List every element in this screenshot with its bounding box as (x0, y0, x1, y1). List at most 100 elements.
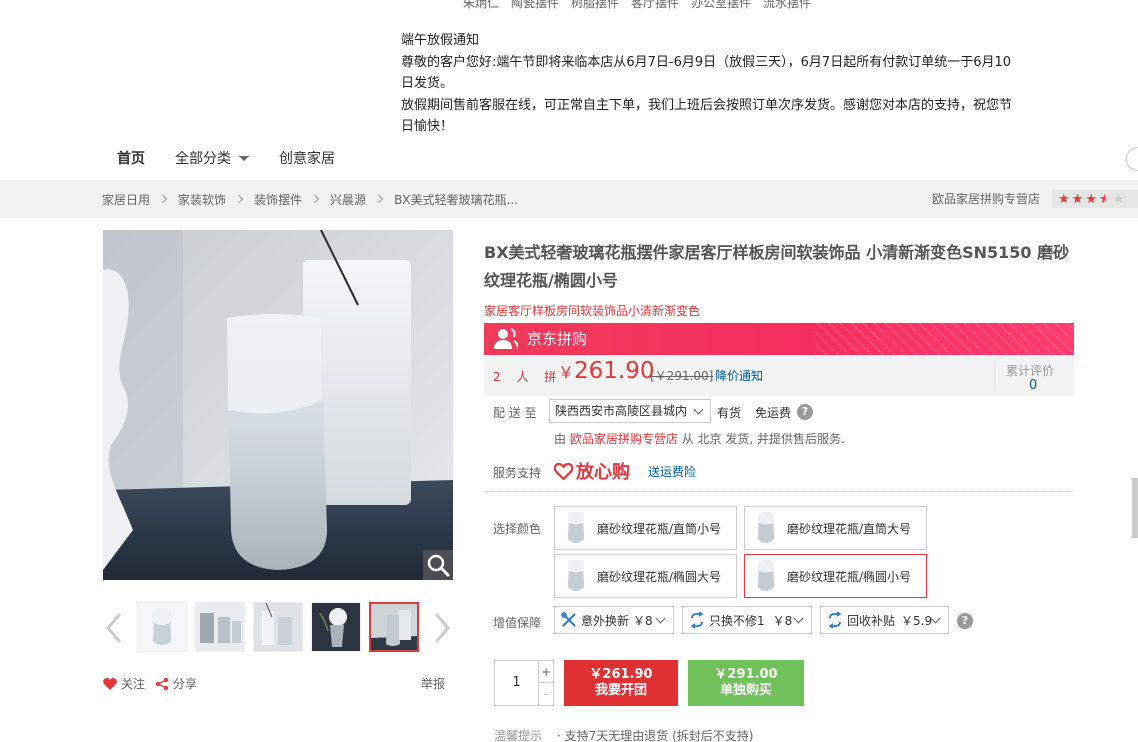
keyword-link[interactable]: 客厅摆件 (631, 0, 679, 11)
price-value: 261.90 (574, 358, 655, 384)
main-product-image[interactable] (103, 230, 453, 580)
keyword-link[interactable]: 树脂摆件 (571, 0, 619, 11)
guarantee-name: 回收补贴 (847, 613, 896, 628)
thumbnail[interactable] (253, 602, 303, 652)
help-icon[interactable]: ? (957, 613, 973, 629)
currency-symbol: ￥ (558, 363, 575, 382)
color-option-label: 磨砂纹理花瓶/椭圆小号 (787, 569, 912, 584)
holiday-notice: 端午放假通知 尊敬的客户您好:端午节即将来临本店从6月7日-6月9日（放假三天）… (401, 30, 1016, 138)
shop-name-link[interactable]: 欧品家居拼购专营店 (932, 180, 1040, 218)
section-divider (484, 491, 1074, 492)
thumb-vase-image (196, 603, 244, 651)
follow-label: 关注 (121, 677, 146, 691)
caret-down-icon (239, 155, 249, 161)
shipping-insurance-link[interactable]: 送运费险 (648, 463, 696, 480)
keyword-link[interactable]: 流水摆件 (763, 0, 811, 11)
ship-prefix: 由 (554, 432, 567, 446)
guarantee-name: 只换不修1 (709, 613, 765, 628)
color-option-selected[interactable]: 磨砂纹理花瓶/椭圆小号 (744, 554, 927, 598)
notice-paragraph: 放假期间售前客服在线，可正常自主下单，我们上班后会按照订单次序发货。感谢您对本店… (401, 97, 1013, 135)
thumbnail-strip (137, 602, 419, 652)
fangxin-label: 放心购 (576, 462, 630, 483)
breadcrumb-link[interactable]: 家装软饰 (178, 191, 226, 208)
single-buy-label: 单独购买 (719, 683, 772, 698)
report-link[interactable]: 举报 (421, 675, 445, 692)
notice-paragraph: 尊敬的客户您好:端午节即将来临本店从6月7日-6月9日（放假三天），6月7日起所… (401, 54, 1012, 92)
ship-shop-link[interactable]: 欧品家居拼购专营店 (570, 432, 678, 446)
original-price: [￥291.00] (650, 369, 714, 383)
chevron-down-icon (793, 613, 804, 624)
quantity-plus-button[interactable]: + (538, 661, 553, 683)
pingou-label: 京东拼购 (527, 330, 588, 348)
image-actions: 关注 分享 举报 (103, 675, 455, 692)
guarantee-select[interactable]: 意外换新 ￥8 (554, 606, 674, 634)
thumb-vase-image (254, 603, 302, 651)
nav-all-categories[interactable]: 全部分类 (175, 148, 249, 168)
thumbnail[interactable] (311, 602, 361, 652)
pingou-banner: 京东拼购 (484, 323, 1074, 355)
free-shipping-label: 免运费 (755, 406, 792, 420)
group-buy-price: ￥261.90 (589, 667, 653, 682)
breadcrumb: 家居日用 家装软饰 装饰摆件 兴晨源 BX美式轻奢玻璃花瓶... (102, 180, 518, 218)
banner-pattern (814, 323, 1074, 355)
quantity-input[interactable]: 1 (495, 661, 538, 705)
service-label: 服务支持 (493, 466, 542, 480)
chevron-right-icon (234, 194, 244, 204)
product-title: BX美式轻奢玻璃花瓶摆件家居客厅样板房间软装饰品 小清新渐变色SN5150 磨砂… (484, 243, 1070, 290)
vase-thumbnail-icon (758, 512, 774, 543)
star-icon: ★ (1071, 191, 1084, 207)
nav-label: 全部分类 (175, 151, 231, 167)
guarantee-select[interactable]: 只换不修1 ￥8 (682, 606, 812, 634)
group-price: ￥261.90 (558, 358, 655, 384)
quantity-minus-button[interactable]: - (538, 683, 553, 705)
thumb-next-button[interactable] (432, 612, 452, 644)
quantity-stepper: 1 + - (494, 660, 554, 706)
shop-search-input[interactable] (1126, 147, 1138, 171)
keyword-link[interactable]: 办公室摆件 (691, 0, 751, 11)
group-users-icon (494, 328, 518, 350)
group-buy-label: 我要开团 (594, 683, 647, 698)
single-buy-button[interactable]: ￥291.00 单独购买 (688, 660, 804, 706)
follow-button[interactable]: 关注 (103, 675, 145, 692)
breadcrumb-link[interactable]: 装饰摆件 (254, 191, 302, 208)
price-box: 2 人 拼 ￥261.90 [￥291.00] 降价通知 累计评价 0 (484, 355, 1074, 396)
thumbnail[interactable] (137, 602, 187, 652)
nav-creative-home[interactable]: 创意家居 (279, 148, 335, 168)
address-select[interactable]: 陕西西安市高陵区县城内 (549, 399, 711, 423)
share-button[interactable]: 分享 (155, 675, 197, 692)
color-option[interactable]: 磨砂纹理花瓶/椭圆大号 (554, 554, 737, 598)
guarantee-price: ￥8 (633, 613, 653, 628)
color-option[interactable]: 磨砂纹理花瓶/直筒大号 (744, 506, 927, 550)
shop-nav: 首页 全部分类 创意家居 (117, 148, 365, 168)
thumb-vase-image (312, 603, 360, 651)
breadcrumb-current: BX美式轻奢玻璃花瓶... (394, 192, 518, 207)
address-value: 陕西西安市高陵区县城内 (555, 404, 688, 418)
review-label: 累计评价 (1006, 364, 1055, 378)
breadcrumb-link[interactable]: 兴晨源 (330, 191, 366, 208)
vase-thumbnail-icon (568, 512, 584, 543)
color-option[interactable]: 磨砂纹理花瓶/直筒小号 (554, 506, 737, 550)
price-drop-notify-link[interactable]: 降价通知 (715, 367, 763, 384)
keyword-link[interactable]: 陶瓷摆件 (511, 0, 559, 11)
guarantee-price: ￥8 (772, 613, 793, 628)
start-group-button[interactable]: ￥261.90 我要开团 (564, 660, 678, 706)
guarantee-select[interactable]: 回收补贴 ￥5.9 (820, 606, 949, 634)
product-page: 朱炳仁 陶瓷摆件 树脂摆件 客厅摆件 办公室摆件 流水摆件 端午放假通知 尊敬的… (0, 0, 1138, 742)
star-half-icon: ★ (1098, 191, 1111, 207)
nav-home[interactable]: 首页 (117, 148, 145, 168)
fangxin-badge[interactable]: 放心购 (554, 458, 630, 484)
tips-label: 温馨提示 (494, 729, 543, 742)
guarantee-name: 意外换新 (581, 613, 630, 628)
chevron-right-icon (310, 194, 320, 204)
chevron-down-icon (655, 613, 666, 624)
star-icon: ★ (1058, 191, 1070, 207)
thumbnail-active[interactable] (369, 602, 419, 652)
breadcrumb-link[interactable]: 家居日用 (102, 191, 150, 208)
keyword-link[interactable]: 朱炳仁 (463, 0, 499, 11)
help-icon[interactable]: ? (797, 404, 813, 420)
thumbnail[interactable] (195, 602, 245, 652)
thumb-prev-button[interactable] (104, 612, 124, 644)
product-subtitle: 家居客厅样板房间软装饰品小清新渐变色 (484, 304, 701, 318)
review-count-link[interactable]: 0 (1029, 378, 1037, 393)
zoom-button[interactable] (423, 550, 453, 580)
